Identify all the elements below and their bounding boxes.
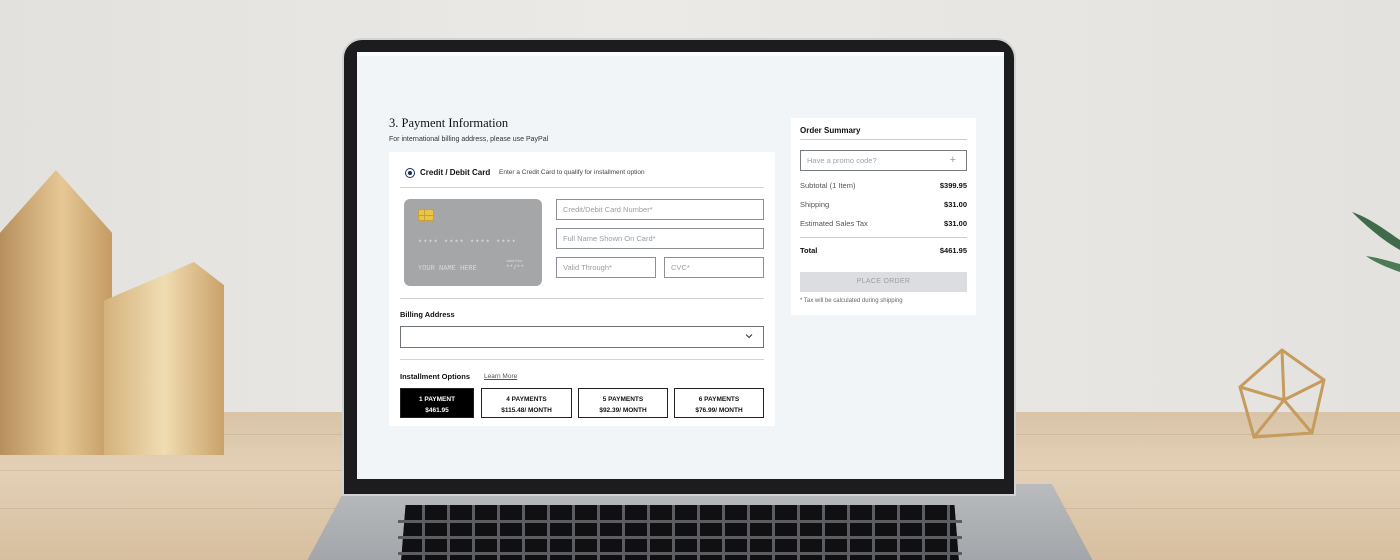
summary-row-value: $31.00 [944, 200, 967, 209]
total-value: $461.95 [939, 246, 967, 255]
summary-row-label: Estimated Sales Tax [800, 219, 868, 228]
summary-row-shipping: Shipping $31.00 [800, 200, 967, 209]
plus-icon[interactable]: + [950, 154, 956, 166]
installment-option-price: $461.95 [425, 407, 449, 414]
credit-card-label[interactable]: Credit / Debit Card [420, 168, 490, 177]
card-number-input[interactable] [556, 199, 764, 220]
installment-option-price: $76.99/ MONTH [695, 407, 743, 414]
summary-row-value: $31.00 [944, 219, 967, 228]
tax-note: * Tax will be calculated during shipping [800, 298, 903, 304]
installment-option-6[interactable]: 6 PAYMENTS $76.99/ MONTH [674, 388, 764, 418]
decor-plant-leaf [1352, 212, 1400, 272]
billing-address-select[interactable] [400, 326, 764, 348]
decor-geometric-ornament [1238, 348, 1326, 439]
chevron-down-icon [745, 334, 753, 339]
installment-option-title: 4 PAYMENTS [506, 396, 547, 403]
laptop-screen: 3. Payment Information For international… [357, 52, 1004, 479]
installment-options-label: Installment Options [400, 372, 471, 381]
installment-option-title: 5 PAYMENTS [602, 396, 644, 403]
screen-header-strip [357, 52, 1004, 56]
chip-icon [418, 209, 434, 221]
order-summary-panel: Order Summary Have a promo code? + Subto… [791, 118, 976, 315]
divider [800, 139, 967, 140]
divider [400, 298, 764, 299]
installment-option-title: 1 PAYMENT [418, 396, 456, 403]
card-preview-valid-label: valid thru [506, 258, 523, 263]
summary-row-tax: Estimated Sales Tax $31.00 [800, 219, 967, 228]
promo-code-placeholder: Have a promo code? [807, 156, 877, 165]
installment-option-4[interactable]: 4 PAYMENTS $115.48/ MONTH [481, 388, 572, 418]
divider [400, 187, 764, 188]
full-name-input[interactable] [556, 228, 764, 249]
keyboard-row-gap [398, 536, 962, 539]
summary-row-label: Subtotal (1 Item) [800, 181, 856, 190]
summary-row-total: Total $461.95 [800, 246, 967, 255]
divider [400, 359, 764, 360]
credit-card-radio[interactable] [405, 168, 415, 178]
keyboard-row-gap [398, 552, 962, 555]
card-preview-name: YOUR NAME HERE [418, 265, 477, 273]
installment-option-price: $92.39/ MONTH [599, 407, 647, 414]
card-preview: **** **** **** **** valid thru YOUR NAME… [404, 199, 542, 286]
valid-through-input[interactable] [556, 257, 656, 278]
promo-code-input[interactable]: Have a promo code? + [800, 150, 967, 171]
billing-address-label: Billing Address [400, 310, 455, 319]
card-preview-number: **** **** **** **** [418, 240, 517, 248]
credit-card-note: Enter a Credit Card to qualify for insta… [499, 169, 645, 176]
installment-option-5[interactable]: 5 PAYMENTS $92.39/ MONTH [578, 388, 668, 418]
cvc-input[interactable] [664, 257, 764, 278]
order-summary-title: Order Summary [800, 126, 861, 135]
card-preview-expiry: **/** [506, 264, 525, 271]
summary-row-label: Shipping [800, 200, 830, 209]
page-title: 3. Payment Information [389, 116, 509, 130]
installment-option-title: 6 PAYMENTS [698, 396, 740, 403]
divider [800, 237, 967, 238]
place-order-button[interactable]: PLACE ORDER [800, 272, 967, 292]
learn-more-link[interactable]: Learn More [484, 373, 517, 380]
page-subtitle: For international billing address, pleas… [389, 136, 549, 143]
summary-row-value: $399.95 [939, 181, 967, 190]
total-label: Total [800, 246, 818, 255]
keyboard-row-gap [398, 520, 962, 523]
installment-option-1[interactable]: 1 PAYMENT $461.95 [400, 388, 474, 418]
installment-option-price: $115.48/ MONTH [501, 407, 552, 414]
payment-panel: Credit / Debit Card Enter a Credit Card … [389, 152, 775, 426]
summary-row-subtotal: Subtotal (1 Item) $399.95 [800, 181, 967, 190]
